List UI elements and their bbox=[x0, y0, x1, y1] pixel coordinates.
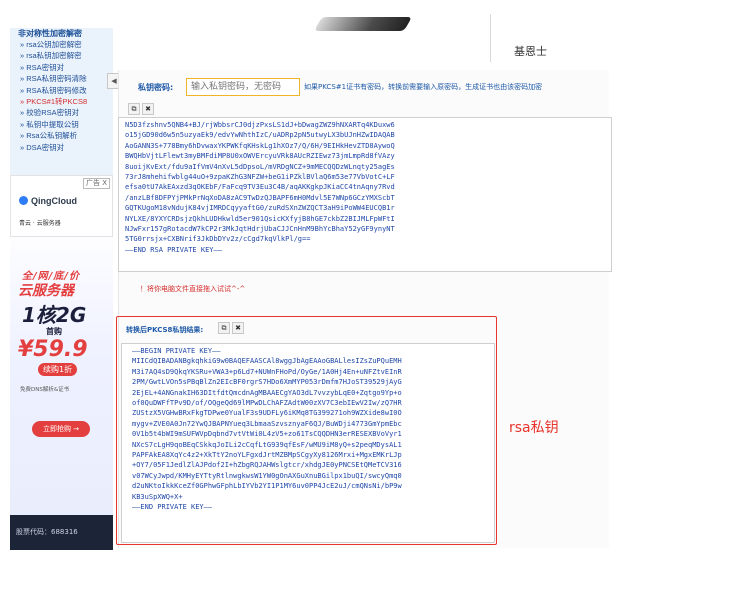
sidebar-item-verify-keypair[interactable]: » 校验RSA密钥对 bbox=[20, 107, 113, 118]
sidebar-item-dsa-keypair[interactable]: » DSA密钥对 bbox=[20, 142, 113, 153]
nav-list: » rsa公钥加密解密 » rsa私钥加密解密 » RSA密钥对 » RSA私钥… bbox=[20, 39, 113, 153]
ad-product: 云服务器 bbox=[18, 283, 74, 299]
qingcloud-logo-icon bbox=[19, 196, 28, 205]
ad-spec: 1核2G bbox=[22, 303, 87, 327]
ad-header: 广告 X QingCloud 青云 · 云服务器 bbox=[10, 175, 113, 237]
sidebar-item-rsa-public-key[interactable]: » rsa公钥加密解密 bbox=[20, 39, 113, 50]
nav-section-title: 非对称性加密解密 bbox=[18, 29, 82, 38]
ad-buy-button[interactable]: 立即抢购 → bbox=[32, 421, 90, 437]
ad-price: ¥59.9 bbox=[18, 337, 88, 362]
ad-stock-code: 股票代码：688316 bbox=[10, 515, 113, 550]
password-label: 私钥密码: bbox=[138, 83, 174, 92]
header-ad-text[interactable]: 基恩士 bbox=[514, 43, 547, 59]
ad-close-button[interactable]: 广告 X bbox=[82, 178, 110, 189]
ad-logo: QingCloud bbox=[19, 196, 77, 206]
sidebar-item-pkcs1-to-pkcs8[interactable]: » PKCS#1转PKCS8 bbox=[20, 96, 113, 107]
sidebar-item-extract-public-key[interactable]: » 私钥中提取公钥 bbox=[20, 119, 113, 130]
header-divider bbox=[490, 14, 491, 62]
ad-banner: 全/网/底/价 云服务器 1核2G 首购 ¥59.9 续购1折 免费DNS解析&… bbox=[10, 237, 113, 550]
highlight-box bbox=[116, 316, 497, 545]
input-toolbar: ⧉ ✖ bbox=[128, 103, 154, 115]
sidebar-item-rsa-password-clear[interactable]: » RSA私钥密码清除 bbox=[20, 73, 113, 84]
ad-fineprint: 免费DNS解析&证书 bbox=[20, 387, 70, 393]
ad-first-purchase: 首购 bbox=[46, 327, 62, 336]
password-note: 如果PKCS#1证书有密码，转换前需要输入原密码，生成证书也由该密码加密 bbox=[304, 83, 543, 91]
copy-icon[interactable]: ⧉ bbox=[128, 103, 140, 115]
annotation-label: rsa私钥 bbox=[509, 420, 559, 436]
ad-renew-badge: 续购1折 bbox=[38, 363, 78, 376]
password-input[interactable] bbox=[186, 78, 300, 96]
sidebar-item-key-parse[interactable]: » Rsa公私钥解析 bbox=[20, 130, 113, 141]
sidebar-item-rsa-private-key[interactable]: » rsa私钥加密解密 bbox=[20, 50, 113, 61]
input-key-textarea[interactable]: N5D3fzshnv5QNB4+BJ/rjWbbsrCJ0djzPxsLS1dJ… bbox=[118, 117, 612, 272]
ad-sub-text: 青云 · 云服务器 bbox=[19, 220, 61, 227]
sidebar-item-rsa-password-change[interactable]: » RSA私钥密码修改 bbox=[20, 85, 113, 96]
clear-icon[interactable]: ✖ bbox=[142, 103, 154, 115]
advertisement[interactable]: 广告 X QingCloud 青云 · 云服务器 全/网/底/价 云服务器 1核… bbox=[10, 175, 113, 550]
header-product-image bbox=[313, 17, 413, 31]
sidebar-item-rsa-keypair[interactable]: » RSA密钥对 bbox=[20, 62, 113, 73]
drag-drop-hint: ！将你电脑文件直接拖入试试^-^ bbox=[140, 285, 246, 293]
